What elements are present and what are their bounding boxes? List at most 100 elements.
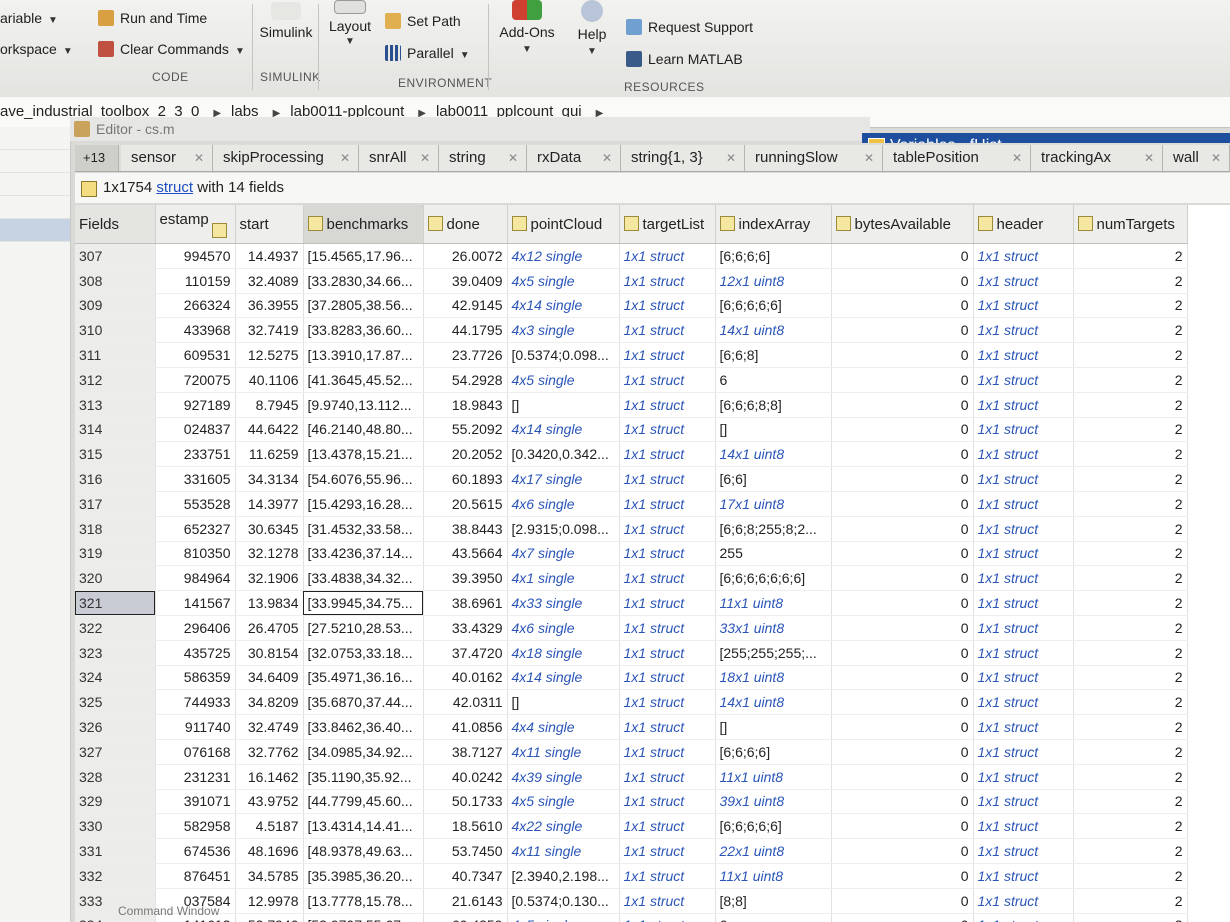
table-cell[interactable]: 1x1 struct bbox=[973, 392, 1074, 418]
table-cell[interactable]: 0 bbox=[831, 764, 974, 790]
parallel-menu[interactable]: Parallel ▼ bbox=[385, 45, 470, 61]
table-cell[interactable]: 33.4329 bbox=[423, 615, 508, 641]
table-cell[interactable]: 1x1 struct bbox=[619, 813, 716, 840]
table-cell[interactable]: 911740 bbox=[155, 714, 236, 740]
table-cell[interactable]: 0 bbox=[831, 739, 974, 765]
table-cell[interactable]: 024837 bbox=[155, 417, 236, 443]
table-cell[interactable]: 22x1 uint8 bbox=[715, 838, 832, 864]
table-cell[interactable]: 16.1462 bbox=[235, 764, 304, 790]
table-cell[interactable]: [53.9707,55.67... bbox=[303, 913, 424, 922]
table-cell[interactable]: 39.0409 bbox=[423, 268, 508, 294]
table-cell[interactable]: 0 bbox=[831, 813, 974, 840]
table-cell[interactable]: 4x6 single bbox=[507, 491, 620, 517]
table-cell[interactable]: 317 bbox=[75, 491, 156, 517]
table-cell[interactable]: 0 bbox=[831, 243, 974, 269]
table-cell[interactable]: 0 bbox=[831, 367, 974, 393]
table-cell[interactable]: 4x5 single bbox=[507, 367, 620, 393]
table-cell[interactable]: 2 bbox=[1073, 392, 1188, 418]
table-cell[interactable]: 2 bbox=[1073, 665, 1188, 691]
close-icon[interactable]: ✕ bbox=[340, 145, 350, 171]
table-cell[interactable]: 0 bbox=[831, 665, 974, 691]
table-cell[interactable]: 4x1 single bbox=[507, 565, 620, 592]
table-cell[interactable]: [6;6;6;6] bbox=[715, 739, 832, 765]
table-cell[interactable]: [34.0985,34.92... bbox=[303, 739, 424, 765]
table-cell[interactable]: 4x14 single bbox=[507, 665, 620, 691]
table-cell[interactable]: [] bbox=[507, 689, 620, 716]
table-cell[interactable]: 1x1 struct bbox=[619, 466, 716, 492]
table-cell[interactable]: 11x1 uint8 bbox=[715, 764, 832, 790]
table-cell[interactable]: 1x1 struct bbox=[973, 813, 1074, 840]
table-cell[interactable]: 4x11 single bbox=[507, 838, 620, 864]
table-cell[interactable]: 4x12 single bbox=[507, 243, 620, 269]
table-cell[interactable]: 0 bbox=[831, 689, 974, 716]
table-cell[interactable]: 1x1 struct bbox=[619, 689, 716, 716]
table-cell[interactable]: 40.0162 bbox=[423, 665, 508, 691]
table-cell[interactable]: 1x1 struct bbox=[973, 541, 1074, 567]
table-cell[interactable]: 1x1 struct bbox=[619, 590, 716, 616]
table-cell[interactable]: 1x1 struct bbox=[973, 689, 1074, 716]
table-cell[interactable]: 1x1 struct bbox=[619, 417, 716, 443]
table-cell[interactable]: 4x33 single bbox=[507, 590, 620, 616]
request-support-button[interactable]: Request Support bbox=[626, 19, 753, 35]
table-cell[interactable]: 1x1 struct bbox=[619, 764, 716, 790]
table-cell[interactable]: 11.6259 bbox=[235, 441, 304, 468]
table-cell[interactable]: 2 bbox=[1073, 466, 1188, 492]
table-cell[interactable]: 11x1 uint8 bbox=[715, 863, 832, 889]
table-cell[interactable]: 0 bbox=[831, 342, 974, 368]
table-cell[interactable]: [27.5210,28.53... bbox=[303, 615, 424, 641]
table-cell[interactable]: 1x1 struct bbox=[973, 367, 1074, 393]
table-cell[interactable]: 0 bbox=[831, 615, 974, 641]
table-cell[interactable]: 0 bbox=[831, 317, 974, 344]
table-cell[interactable]: 331605 bbox=[155, 466, 236, 492]
table-cell[interactable]: 0 bbox=[831, 268, 974, 294]
table-cell[interactable]: 2 bbox=[1073, 863, 1188, 889]
table-cell[interactable]: 2 bbox=[1073, 342, 1188, 368]
table-row[interactable]: 330 582958 4.5187 [13.4314,14.41... 18.5610 4… bbox=[75, 813, 1188, 840]
table-cell[interactable]: 18.5610 bbox=[423, 813, 508, 840]
workspace-menu[interactable]: orkspace ▼ bbox=[0, 41, 73, 57]
table-cell[interactable]: [6;6;6;6;6;6;6] bbox=[715, 565, 832, 592]
table-cell[interactable]: [33.8462,36.40... bbox=[303, 714, 424, 740]
table-cell[interactable]: [9.9740,13.112... bbox=[303, 392, 424, 418]
table-cell[interactable]: 2 bbox=[1073, 764, 1188, 790]
table-cell[interactable]: [2.3940,2.198... bbox=[507, 863, 620, 889]
table-cell[interactable]: [6;6;8] bbox=[715, 342, 832, 368]
close-icon[interactable]: ✕ bbox=[864, 145, 874, 171]
table-cell[interactable]: 1x1 struct bbox=[619, 441, 716, 468]
table-cell[interactable]: 435725 bbox=[155, 640, 236, 666]
column-header-benchmarks[interactable]: benchmarks bbox=[303, 205, 424, 244]
table-cell[interactable]: 12.9978 bbox=[235, 888, 304, 914]
table-cell[interactable]: 326 bbox=[75, 714, 156, 740]
table-cell[interactable]: 32.1278 bbox=[235, 541, 304, 567]
table-cell[interactable]: 1x1 struct bbox=[973, 863, 1074, 889]
table-cell[interactable]: 2 bbox=[1073, 888, 1188, 914]
table-cell[interactable]: 26.0072 bbox=[423, 243, 508, 269]
table-cell[interactable]: 319 bbox=[75, 541, 156, 567]
table-cell[interactable]: 4x14 single bbox=[507, 293, 620, 319]
table-cell[interactable]: 323 bbox=[75, 640, 156, 666]
table-cell[interactable]: 48.1696 bbox=[235, 838, 304, 864]
table-row[interactable]: 321 141567 13.9834 [33.9945,34.75... 38.6961… bbox=[75, 590, 1188, 616]
table-cell[interactable]: 4x6 single bbox=[507, 615, 620, 641]
table-cell[interactable]: 20.2052 bbox=[423, 441, 508, 468]
table-cell[interactable]: 1x1 struct bbox=[973, 789, 1074, 815]
table-cell[interactable]: 2 bbox=[1073, 268, 1188, 294]
table-cell[interactable]: [48.9378,49.63... bbox=[303, 838, 424, 864]
column-header-indexarray[interactable]: indexArray bbox=[715, 205, 832, 244]
table-cell[interactable]: 4x14 single bbox=[507, 417, 620, 443]
table-cell[interactable]: 318 bbox=[75, 516, 156, 542]
table-row[interactable]: 320 984964 32.1906 [33.4838,34.32... 39.3950… bbox=[75, 565, 1188, 592]
table-cell[interactable]: 331 bbox=[75, 838, 156, 864]
table-cell[interactable]: 2 bbox=[1073, 541, 1188, 567]
table-cell[interactable]: 0 bbox=[831, 541, 974, 567]
table-row[interactable]: 333 037584 12.9978 [13.7778,15.78... 21.6143… bbox=[75, 888, 1188, 914]
table-cell[interactable]: 20.5615 bbox=[423, 491, 508, 517]
table-cell[interactable]: 32.4089 bbox=[235, 268, 304, 294]
table-cell[interactable]: 6 bbox=[715, 367, 832, 393]
table-cell[interactable]: [13.4378,15.21... bbox=[303, 441, 424, 468]
tab-rxdata[interactable]: rxData ✕ bbox=[527, 145, 621, 171]
table-cell[interactable]: 0 bbox=[831, 417, 974, 443]
table-row[interactable]: 325 744933 34.8209 [35.6870,37.44... 42.0311… bbox=[75, 689, 1188, 716]
table-row[interactable]: 316 331605 34.3134 [54.6076,55.96... 60.1893… bbox=[75, 466, 1188, 492]
table-cell[interactable]: 8.7945 bbox=[235, 392, 304, 418]
